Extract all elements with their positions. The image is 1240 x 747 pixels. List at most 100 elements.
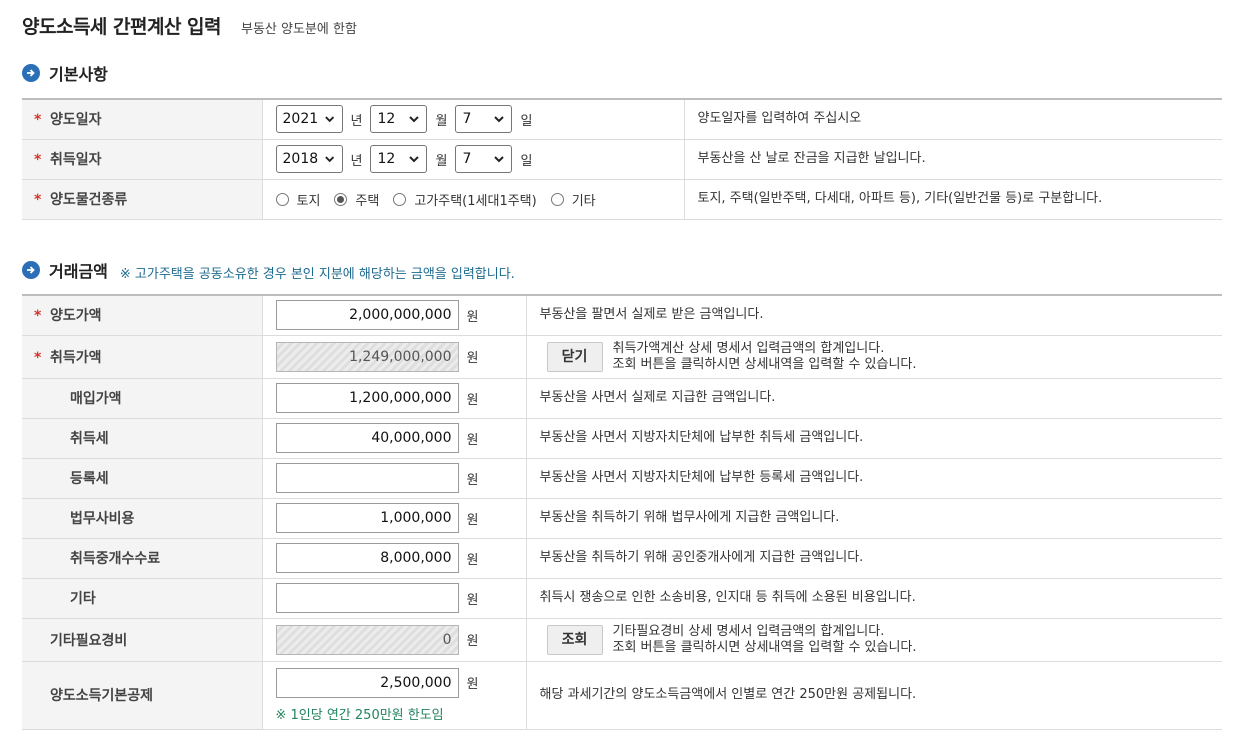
brokerage-fee-input[interactable]: 8,000,000 [275, 543, 459, 573]
row-legal-fee: 법무사비용 1,000,000 원 부동산을 취득하기 위해 법무사에게 지급한 … [22, 498, 1222, 539]
brokerage-fee-desc: 부동산을 취득하기 위해 공인중개사에게 지급한 금액입니다. [526, 538, 1222, 579]
property-type-label: 양도물건종류 [50, 192, 128, 208]
other-expenses-controls: 0원 [262, 618, 527, 662]
acquire-month-value: 12 [377, 151, 396, 167]
radio-luxury-house[interactable]: 고가주택(1세대1주택) [393, 190, 537, 209]
brokerage-fee-label-cell: 취득중개수수료 [22, 538, 263, 579]
transfer-date-label-cell: * 양도일자 [22, 99, 263, 140]
day-unit: 일 [520, 153, 533, 169]
radio-circle-icon [393, 192, 407, 206]
row-purchase-price: 매입가액 1,200,000,000 원 부동산을 사면서 실제로 지급한 금액입… [22, 378, 1222, 419]
page-title: 양도소득세 간편계산 입력 부동산 양도분에 한함 [22, 12, 357, 39]
radio-luxury-house-label: 고가주택(1세대1주택) [414, 193, 537, 209]
page-title-text: 양도소득세 간편계산 입력 [22, 16, 222, 38]
basic-deduction-desc: 해당 과세기간의 양도소득금액에서 인별로 연간 250만원 공제됩니다. [526, 661, 1222, 730]
acquire-date-desc: 부동산을 산 날로 잔금을 지급한 날입니다. [684, 139, 1222, 180]
row-other: 기타 원 취득시 쟁송으로 인한 소송비용, 인지대 등 취득에 소용된 비용입… [22, 578, 1222, 619]
other-input[interactable] [275, 583, 459, 613]
other-expenses-desc-cell: 조회 기타필요경비 상세 명세서 입력금액의 합계입니다. 조회 버튼을 클릭하시면… [526, 618, 1222, 662]
acquire-day-value: 7 [462, 151, 472, 167]
transfer-year-select[interactable]: 2021 [275, 105, 343, 134]
chevron-down-icon [409, 116, 420, 123]
required-star-icon: * [34, 112, 42, 129]
won-unit: 원 [466, 512, 479, 528]
basic-deduction-limit-note: ※ 1인당 연간 250만원 한도임 [275, 707, 444, 723]
lookup-button[interactable]: 조회 [546, 624, 603, 655]
won-unit: 원 [466, 552, 479, 568]
page-subtitle: 부동산 양도분에 한함 [241, 22, 357, 37]
registration-tax-desc: 부동산을 사면서 지방자치단체에 납부한 등록세 금액입니다. [526, 458, 1222, 499]
chevron-down-icon [494, 116, 505, 123]
year-unit: 년 [350, 113, 363, 129]
section-amount-header: 거래금액 ※ 고가주택을 공동소유한 경우 본인 지분에 해당하는 금액을 입력… [22, 257, 515, 282]
acquire-price-controls: 1,249,000,000 원 [262, 335, 527, 379]
required-star-icon: * [34, 192, 42, 208]
other-label-cell: 기타 [22, 578, 263, 619]
row-basic-deduction: 양도소득기본공제 2,500,000 원 ※ 1인당 연간 250만원 한도임 해… [22, 661, 1222, 730]
year-unit: 년 [350, 153, 363, 169]
acquire-date-label-cell: * 취득일자 [22, 139, 263, 180]
transfer-day-select[interactable]: 7 [455, 105, 513, 134]
purchase-price-desc: 부동산을 사면서 실제로 지급한 금액입니다. [526, 378, 1222, 419]
transfer-date-label: 양도일자 [50, 112, 102, 129]
acquisition-tax-input[interactable]: 40,000,000 [275, 423, 459, 453]
close-button[interactable]: 닫기 [546, 341, 603, 372]
basic-deduction-input[interactable]: 2,500,000 [275, 667, 459, 698]
registration-tax-controls: 원 [262, 458, 527, 499]
other-desc: 취득시 쟁송으로 인한 소송비용, 인지대 등 취득에 소용된 비용입니다. [526, 578, 1222, 619]
amount-table: * 양도가액 2,000,000,000 원 부동산을 팔면서 실제로 받은 금액입… [22, 294, 1222, 730]
acquire-price-desc-cell: 닫기 취득가액계산 상세 명세서 입력금액의 합계입니다. 조회 버튼을 클릭하시면… [526, 335, 1222, 379]
section-basic-title: 기본사항 [49, 65, 108, 84]
registration-tax-label: 등록세 [70, 471, 109, 487]
row-other-expenses: 기타필요경비 0원 조회 기타필요경비 상세 명세서 입력금액의 합계입니다. 조회… [22, 618, 1222, 662]
radio-house[interactable]: 주택 [334, 190, 379, 209]
transfer-year-value: 2021 [282, 111, 319, 128]
acquisition-tax-desc: 부동산을 사면서 지방자치단체에 납부한 취득세 금액입니다. [526, 418, 1222, 459]
acquire-price-desc-1: 취득가액계산 상세 명세서 입력금액의 합계입니다. [612, 340, 885, 356]
radio-other-label: 기타 [571, 193, 596, 209]
transfer-month-select[interactable]: 12 [370, 105, 428, 134]
registration-tax-input[interactable] [275, 463, 459, 493]
transfer-price-controls: 2,000,000,000 원 [262, 295, 527, 336]
acquire-price-input: 1,249,000,000 [275, 341, 459, 372]
month-unit: 월 [435, 153, 448, 169]
transfer-price-desc: 부동산을 팔면서 실제로 받은 금액입니다. [526, 295, 1222, 336]
row-acquisition-tax: 취득세 40,000,000 원 부동산을 사면서 지방자치단체에 납부한 취득세… [22, 418, 1222, 459]
radio-other[interactable]: 기타 [550, 190, 596, 209]
purchase-price-input[interactable]: 1,200,000,000 [275, 383, 459, 413]
won-unit: 원 [466, 592, 479, 608]
radio-land[interactable]: 토지 [275, 190, 321, 209]
acquire-day-select[interactable]: 7 [455, 145, 513, 173]
radio-land-label: 토지 [296, 193, 321, 209]
row-property-type: * 양도물건종류 토지 주택 고가주택(1세대1주택) 기타 토지, 주택(일반주… [22, 179, 1222, 220]
acquire-year-value: 2018 [282, 151, 319, 167]
other-expenses-desc-1: 기타필요경비 상세 명세서 입력금액의 합계입니다. [612, 623, 885, 639]
transfer-date-desc: 양도일자를 입력하여 주십시오 [684, 99, 1222, 140]
legal-fee-input[interactable]: 1,000,000 [275, 503, 459, 533]
won-unit: 원 [466, 634, 479, 649]
acquire-month-select[interactable]: 12 [370, 145, 428, 173]
row-acquire-price: * 취득가액 1,249,000,000 원 닫기 취득가액계산 상세 명세서 입력금… [22, 335, 1222, 379]
other-controls: 원 [262, 578, 527, 619]
legal-fee-controls: 1,000,000 원 [262, 498, 527, 539]
other-label: 기타 [70, 591, 96, 607]
acquisition-tax-controls: 40,000,000 원 [262, 418, 527, 459]
transfer-month-value: 12 [377, 111, 396, 128]
transfer-price-label-cell: * 양도가액 [22, 295, 263, 336]
day-unit: 일 [520, 113, 533, 129]
row-brokerage-fee: 취득중개수수료 8,000,000 원 부동산을 취득하기 위해 공인중개사에게 … [22, 538, 1222, 579]
won-unit: 원 [466, 472, 479, 488]
transfer-price-label: 양도가액 [50, 308, 102, 325]
arrow-right-circle-icon [22, 260, 40, 279]
row-transfer-price: * 양도가액 2,000,000,000 원 부동산을 팔면서 실제로 받은 금액입… [22, 295, 1222, 336]
acquire-date-controls: 2018 년 12 월 7 일 [262, 139, 685, 180]
won-unit: 원 [466, 677, 479, 692]
acquire-price-label: 취득가액 [50, 349, 102, 366]
other-expenses-input: 0 [275, 624, 459, 655]
chevron-down-icon [325, 116, 335, 123]
won-unit: 원 [466, 351, 479, 366]
acquire-price-desc-2: 조회 버튼을 클릭하시면 상세내역을 입력할 수 있습니다. [612, 356, 917, 372]
property-type-controls: 토지 주택 고가주택(1세대1주택) 기타 [262, 179, 685, 220]
acquire-year-select[interactable]: 2018 [275, 145, 343, 173]
transfer-price-input[interactable]: 2,000,000,000 [275, 300, 459, 331]
